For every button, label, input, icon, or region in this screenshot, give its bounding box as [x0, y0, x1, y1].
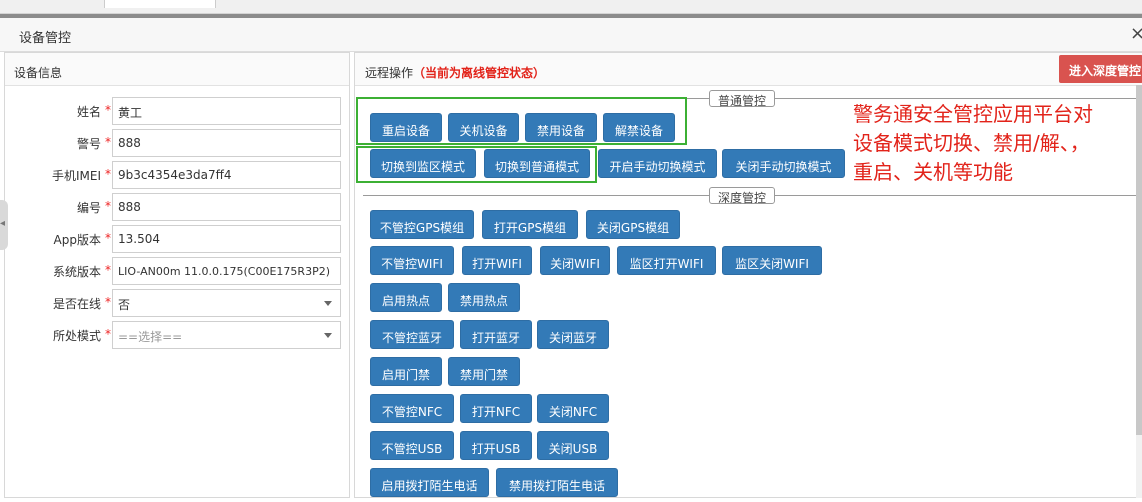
nfc-open-button[interactable]: 打开NFC [460, 394, 532, 423]
field-label: 姓名 [76, 105, 101, 119]
remote-operation-title: 远程操作 [365, 66, 414, 80]
scrollbar-thumb[interactable] [1136, 85, 1142, 435]
chevron-down-icon [324, 333, 332, 338]
stranger-call-disable-button[interactable]: 禁用拨打陌生电话 [496, 468, 618, 497]
field-row-system-version: 系统版本 * LIO-AN00m 11.0.0.175(C00E175R3P2) [13, 257, 343, 285]
access-control-disable-button[interactable]: 禁用门禁 [448, 357, 520, 386]
field-label: 手机IMEI [51, 169, 101, 183]
chevron-down-icon [324, 301, 332, 306]
number-input[interactable]: 888 [112, 193, 341, 221]
collapse-handle[interactable]: ◂ [0, 200, 8, 250]
chevron-left-icon: ◂ [0, 218, 6, 229]
bluetooth-close-button[interactable]: 关闭蓝牙 [537, 320, 609, 349]
required-mark: * [105, 231, 111, 245]
usb-open-button[interactable]: 打开USB [460, 431, 532, 460]
wifi-uncontrolled-button[interactable]: 不管控WIFI [370, 246, 454, 275]
annotation-line: 设备模式切换、禁用/解、， [853, 131, 1090, 155]
name-input[interactable]: 黄工 [112, 97, 341, 125]
required-mark: * [105, 327, 111, 341]
system-version-input[interactable]: LIO-AN00m 11.0.0.175(C00E175R3P2) [112, 257, 341, 285]
remote-operation-header: 远程操作（当前为离线管控状态） [355, 53, 1142, 86]
field-row-imei: 手机IMEI * 9b3c4354e3da7ff4 [13, 161, 343, 189]
device-info-panel: 设备信息 姓名 * 黄工 警号 * 888 手机IMEI * 9b3c4354e… [4, 52, 350, 498]
access-control-enable-button[interactable]: 启用门禁 [370, 357, 442, 386]
nfc-close-button[interactable]: 关闭NFC [537, 394, 609, 423]
browser-tab-bar [0, 0, 1142, 14]
browser-tab[interactable] [104, 0, 216, 8]
annotation-line: 重启、关机等功能 [853, 160, 1013, 184]
gps-open-button[interactable]: 打开GPS模组 [482, 210, 578, 239]
dialog-title: 设备管控 [19, 31, 72, 46]
scrollbar[interactable] [1136, 85, 1142, 498]
wifi-open-button[interactable]: 打开WIFI [462, 246, 532, 275]
field-label: App版本 [53, 233, 101, 247]
bluetooth-open-button[interactable]: 打开蓝牙 [460, 320, 532, 349]
enter-deep-control-button[interactable]: 进入深度管控 [1059, 55, 1142, 83]
stranger-call-enable-button[interactable]: 启用拨打陌生电话 [370, 468, 489, 497]
close-icon[interactable]: × [1130, 23, 1142, 44]
required-mark: * [105, 263, 111, 277]
hotspot-enable-button[interactable]: 启用热点 [370, 283, 442, 312]
wifi-prison-open-button[interactable]: 监区打开WIFI [617, 246, 716, 275]
usb-close-button[interactable]: 关闭USB [537, 431, 609, 460]
required-mark: * [105, 199, 111, 213]
required-mark: * [105, 295, 111, 309]
imei-input[interactable]: 9b3c4354e3da7ff4 [112, 161, 341, 189]
highlight-box-device-power [356, 97, 687, 145]
usb-uncontrolled-button[interactable]: 不管控USB [370, 431, 454, 460]
app-version-input[interactable]: 13.504 [112, 225, 341, 253]
dialog-header: 设备管控 × [0, 18, 1142, 52]
required-mark: * [105, 135, 111, 149]
deep-control-label: 深度管控 [709, 187, 776, 205]
wifi-close-button[interactable]: 关闭WIFI [540, 246, 610, 275]
bluetooth-uncontrolled-button[interactable]: 不管控蓝牙 [370, 320, 454, 349]
field-row-police-id: 警号 * 888 [13, 129, 343, 157]
field-label: 是否在线 [52, 297, 101, 311]
field-label: 编号 [76, 201, 101, 215]
online-select-value: 否 [118, 298, 131, 312]
field-row-app-version: App版本 * 13.504 [13, 225, 343, 253]
online-select[interactable]: 否 [112, 289, 341, 317]
field-row-online: 是否在线 * 否 [13, 289, 343, 317]
field-label: 所处模式 [52, 329, 101, 343]
field-label: 系统版本 [52, 265, 101, 279]
hotspot-disable-button[interactable]: 禁用热点 [448, 283, 520, 312]
status-text: （当前为离线管控状态） [413, 66, 546, 80]
enable-manual-switch-button[interactable]: 开启手动切换模式 [598, 149, 717, 178]
gps-uncontrolled-button[interactable]: 不管控GPS模组 [370, 210, 474, 239]
mode-select-value: ==选择== [118, 330, 183, 344]
annotation-note: 警务通安全管控应用平台对 设备模式切换、禁用/解、， 重启、关机等功能 [853, 100, 1142, 187]
required-mark: * [105, 103, 111, 117]
police-id-input[interactable]: 888 [112, 129, 341, 157]
field-row-name: 姓名 * 黄工 [13, 97, 343, 125]
device-info-title: 设备信息 [5, 53, 349, 86]
field-label: 警号 [76, 137, 101, 151]
field-row-mode: 所处模式 * ==选择== [13, 321, 343, 349]
nfc-uncontrolled-button[interactable]: 不管控NFC [370, 394, 454, 423]
highlight-box-mode-switch [356, 146, 597, 183]
gps-close-button[interactable]: 关闭GPS模组 [586, 210, 680, 239]
annotation-line: 警务通安全管控应用平台对 [853, 102, 1093, 126]
field-row-number: 编号 * 888 [13, 193, 343, 221]
required-mark: * [105, 167, 111, 181]
wifi-prison-close-button[interactable]: 监区关闭WIFI [722, 246, 822, 275]
disable-manual-switch-button[interactable]: 关闭手动切换模式 [722, 149, 845, 178]
mode-select[interactable]: ==选择== [112, 321, 341, 349]
normal-control-label: 普通管控 [709, 90, 776, 108]
